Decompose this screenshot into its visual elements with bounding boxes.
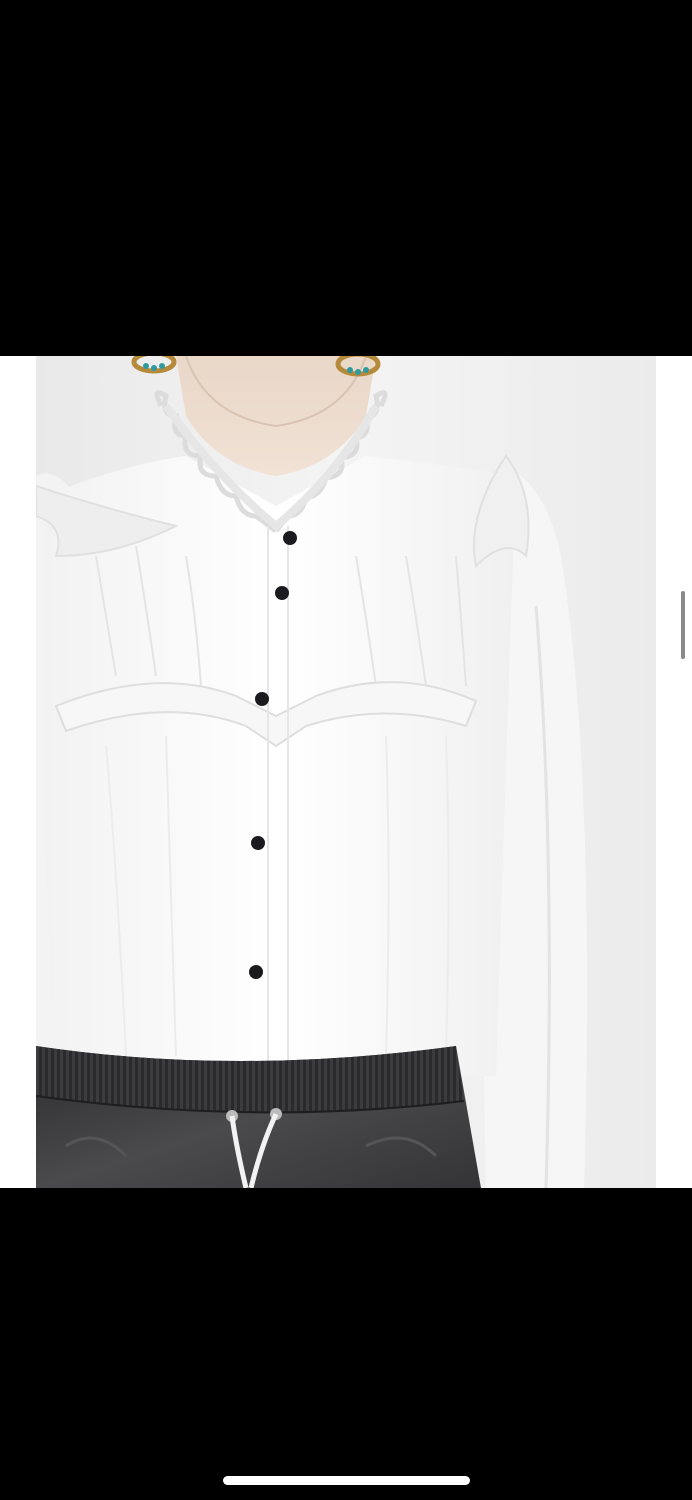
product-photo[interactable] (36, 356, 656, 1188)
home-indicator[interactable] (223, 1476, 470, 1485)
screen (0, 0, 692, 1500)
shirt-body (42, 456, 517, 1086)
photo-illustration (36, 356, 656, 1188)
image-viewer[interactable] (0, 356, 692, 1188)
scroll-indicator[interactable] (681, 591, 685, 659)
